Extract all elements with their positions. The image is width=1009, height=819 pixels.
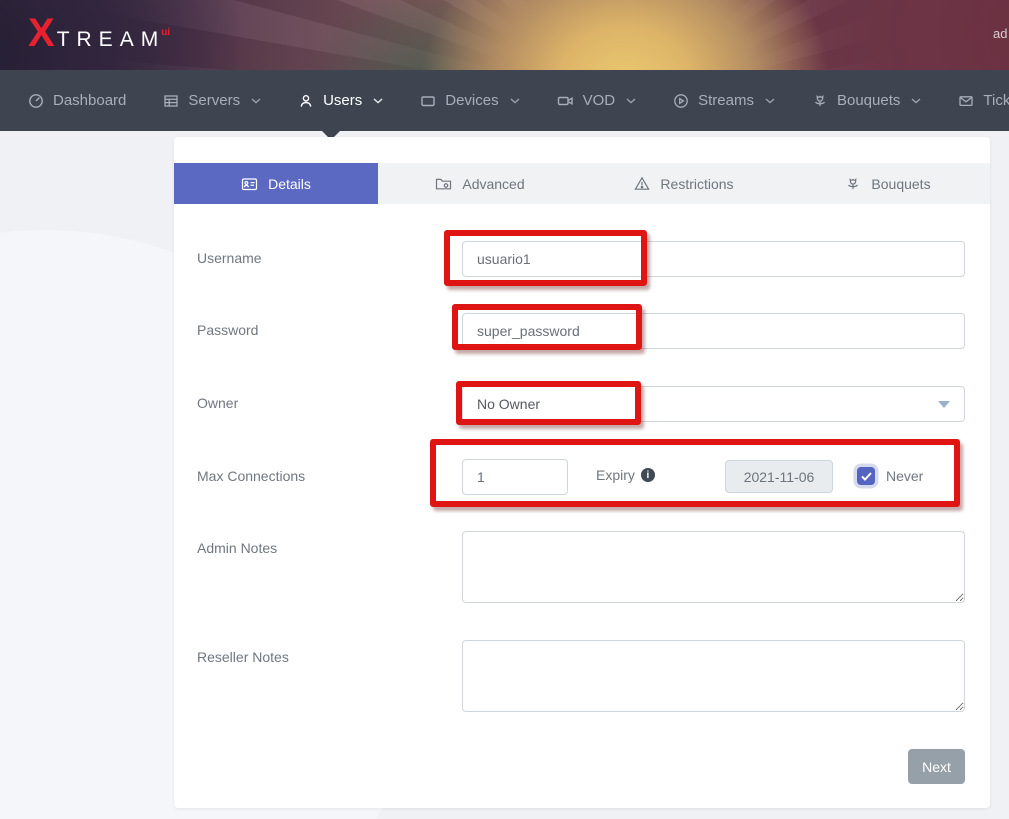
- nav-label: VOD: [583, 92, 616, 109]
- reseller-notes-label: Reseller Notes: [197, 649, 289, 665]
- devices-icon: [420, 93, 436, 109]
- nav-item-servers[interactable]: Servers: [163, 92, 261, 109]
- owner-label: Owner: [197, 395, 238, 411]
- nav-label: Users: [323, 92, 362, 109]
- chevron-down-icon: [251, 98, 261, 104]
- chevron-down-icon: [765, 98, 775, 104]
- logo-ui-sup: ui: [161, 27, 170, 38]
- tab-label: Advanced: [462, 176, 524, 192]
- expiry-label-text: Expiry: [596, 467, 635, 483]
- vod-icon: [557, 93, 574, 109]
- warning-triangle-icon: [634, 176, 650, 191]
- nav-label: Servers: [188, 92, 240, 109]
- dashboard-icon: [28, 93, 44, 109]
- chevron-down-icon: [626, 98, 636, 104]
- nav-item-tickets[interactable]: Tickets: [958, 92, 1009, 109]
- nav-item-vod[interactable]: VOD: [557, 92, 637, 109]
- nav-item-bouquets[interactable]: Bouquets: [812, 92, 921, 109]
- max-connections-input[interactable]: [462, 459, 568, 495]
- password-label: Password: [197, 322, 258, 338]
- tab-details[interactable]: Details: [174, 163, 378, 204]
- nav-label: Streams: [698, 92, 754, 109]
- id-card-icon: [241, 176, 258, 192]
- users-icon: [298, 93, 314, 109]
- form-tabs: Details Advanced Restrictions Bouquets: [174, 163, 990, 204]
- nav-label: Tickets: [983, 92, 1009, 109]
- main-nav: Dashboard Servers Users Devices VOD Stre…: [0, 70, 1009, 131]
- flower-icon: [845, 176, 861, 192]
- logo-text: TREAM: [57, 28, 166, 52]
- check-icon: [861, 472, 872, 481]
- never-label: Never: [886, 468, 923, 484]
- folder-gear-icon: [435, 176, 452, 192]
- streams-icon: [673, 93, 689, 109]
- reseller-notes-textarea[interactable]: [462, 640, 965, 712]
- info-icon[interactable]: i: [641, 468, 655, 482]
- user-form-card: Details Advanced Restrictions Bouquets U…: [174, 137, 990, 808]
- password-input[interactable]: [462, 313, 965, 349]
- nav-label: Devices: [445, 92, 498, 109]
- owner-select[interactable]: No Owner: [462, 386, 965, 422]
- account-name-text[interactable]: ad: [993, 26, 1007, 41]
- username-input[interactable]: [462, 241, 965, 277]
- next-button[interactable]: Next: [908, 749, 965, 784]
- tab-label: Details: [268, 176, 311, 192]
- expiry-date-field[interactable]: 2021-11-06: [725, 460, 833, 493]
- nav-item-streams[interactable]: Streams: [673, 92, 775, 109]
- expiry-label: Expiry i: [596, 467, 655, 483]
- owner-selected-value: No Owner: [477, 396, 540, 412]
- tab-label: Restrictions: [660, 176, 733, 192]
- nav-label: Bouquets: [837, 92, 900, 109]
- logo-x: X: [28, 13, 55, 53]
- chevron-down-icon: [510, 98, 520, 104]
- bouquets-icon: [812, 93, 828, 109]
- nav-item-devices[interactable]: Devices: [420, 92, 519, 109]
- never-checkbox[interactable]: [857, 467, 875, 485]
- chevron-down-icon: [911, 98, 921, 104]
- servers-icon: [163, 93, 179, 109]
- page: X TREAM ui ad Dashboard Servers Users De…: [0, 0, 1009, 819]
- xtream-logo[interactable]: X TREAM ui: [28, 13, 174, 53]
- tab-advanced[interactable]: Advanced: [378, 163, 582, 204]
- nav-item-dashboard[interactable]: Dashboard: [28, 92, 126, 109]
- tickets-icon: [958, 93, 974, 109]
- max-connections-label: Max Connections: [197, 468, 305, 484]
- select-arrow-icon: [938, 401, 950, 408]
- tab-bouquets[interactable]: Bouquets: [786, 163, 990, 204]
- admin-notes-label: Admin Notes: [197, 540, 277, 556]
- app-header: X TREAM ui ad: [0, 0, 1009, 70]
- tab-restrictions[interactable]: Restrictions: [582, 163, 786, 204]
- tab-label: Bouquets: [871, 176, 930, 192]
- nav-item-users[interactable]: Users: [298, 92, 383, 109]
- nav-label: Dashboard: [53, 92, 126, 109]
- chevron-down-icon: [373, 98, 383, 104]
- admin-notes-textarea[interactable]: [462, 531, 965, 603]
- username-label: Username: [197, 250, 262, 266]
